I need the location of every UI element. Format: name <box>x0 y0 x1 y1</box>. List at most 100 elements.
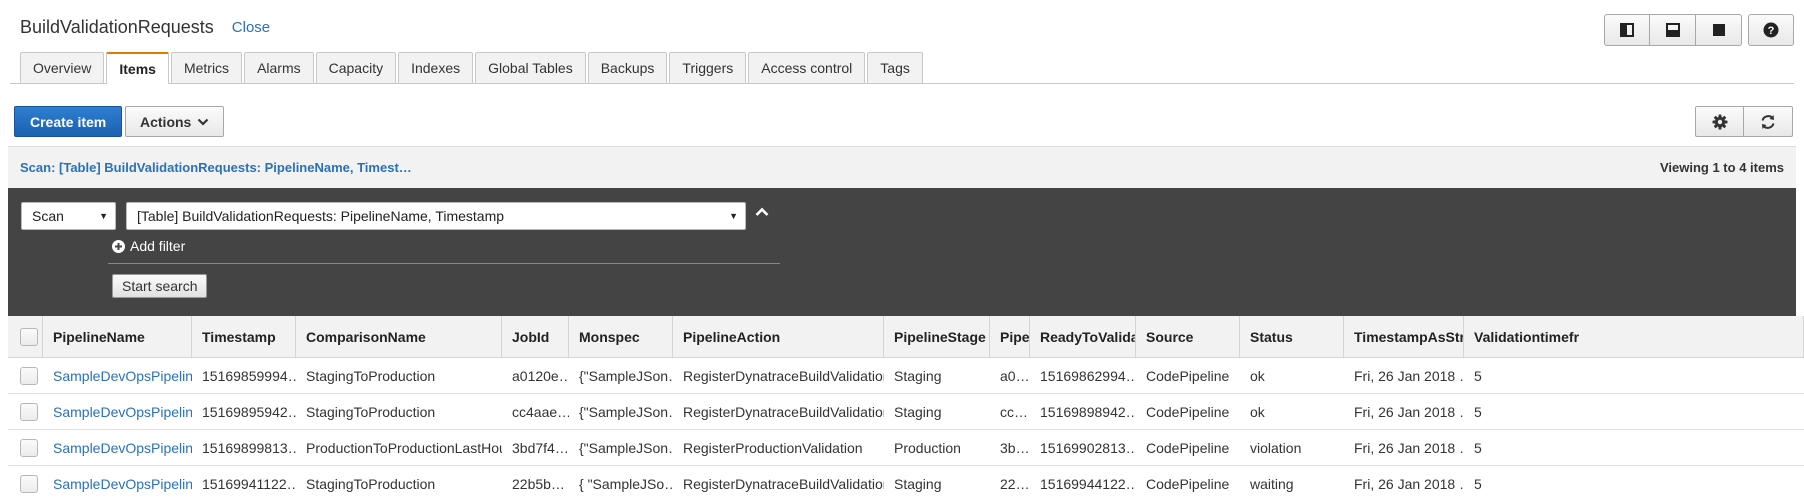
cell-monspec: {"SampleJSon… <box>579 439 673 456</box>
scan-summary-toggle[interactable]: Scan: [Table] BuildValidationRequests: P… <box>20 160 412 175</box>
cell-timestamp: 15169859994… <box>202 367 296 384</box>
cell-pipelineid: 3b… <box>1000 439 1030 456</box>
column-header-pipelinename[interactable]: PipelineName <box>43 316 192 357</box>
add-filter-link[interactable]: Add filter <box>112 238 185 254</box>
scan-summary-bar: Scan: [Table] BuildValidationRequests: P… <box>8 146 1796 188</box>
cell-pipelinestage: Staging <box>894 367 942 384</box>
cell-readytovalidate: 15169862994… <box>1040 367 1136 384</box>
actions-label: Actions <box>140 113 192 130</box>
tab-metrics[interactable]: Metrics <box>170 52 243 83</box>
tab-access-control[interactable]: Access control <box>748 52 866 83</box>
collapse-panel-button[interactable] <box>752 202 772 222</box>
cell-monspec: {"SampleJSon… <box>579 403 673 420</box>
column-header-timestamp[interactable]: Timestamp <box>192 316 296 357</box>
cell-jobid: 3bd7f4… <box>512 439 569 456</box>
cell-timestampasstring: Fri, 26 Jan 2018 … <box>1354 403 1464 420</box>
item-link[interactable]: SampleDevOpsPipeline <box>43 394 192 429</box>
cell-monspec: {"SampleJSon… <box>579 367 673 384</box>
tab-indexes[interactable]: Indexes <box>398 52 474 83</box>
cell-pipelineaction: RegisterDynatraceBuildValidation <box>683 403 884 420</box>
cell-status: waiting <box>1250 475 1294 492</box>
scan-filter-panel: Scan ▼ [Table] BuildValidationRequests: … <box>8 188 1796 316</box>
caret-down-icon: ▼ <box>99 211 108 221</box>
operation-select[interactable]: Scan ▼ <box>21 202 116 230</box>
operation-select-value: Scan <box>32 208 64 224</box>
column-header-comparisonname[interactable]: ComparisonName <box>296 316 502 357</box>
row-select-cell <box>8 466 43 500</box>
divider <box>108 263 780 264</box>
table-row[interactable]: SampleDevOpsPipeline 15169899813… Producti… <box>8 430 1804 466</box>
start-search-button[interactable]: Start search <box>112 274 208 298</box>
column-header-source[interactable]: Source <box>1136 316 1240 357</box>
cell-readytovalidate: 15169898942… <box>1040 403 1136 420</box>
row-select-checkbox[interactable] <box>20 438 38 457</box>
page-title: BuildValidationRequests <box>20 16 214 37</box>
cell-validationtimeframe: 5 <box>1474 439 1482 456</box>
cell-pipelineid: cc… <box>1000 403 1028 420</box>
refresh-icon <box>1761 114 1775 129</box>
column-header-monspec[interactable]: Monspec <box>569 316 673 357</box>
viewing-count: Viewing 1 to 4 items <box>1659 160 1784 175</box>
items-table: PipelineName Timestamp ComparisonName JobId… <box>8 316 1804 500</box>
row-select-checkbox[interactable] <box>20 366 38 385</box>
cell-status: ok <box>1250 403 1265 420</box>
cell-pipelinestage: Staging <box>894 475 942 492</box>
view-toggle-group <box>1604 14 1742 46</box>
row-select-cell <box>8 394 43 429</box>
item-link[interactable]: SampleDevOpsPipeline <box>43 430 192 465</box>
select-all-cell <box>8 316 43 357</box>
cell-jobid: a0120e… <box>512 367 569 384</box>
tab-capacity[interactable]: Capacity <box>315 52 397 83</box>
column-header-status[interactable]: Status <box>1240 316 1344 357</box>
full-view-button[interactable] <box>1696 14 1742 46</box>
column-header-pipelinestage[interactable]: PipelineStage <box>884 316 990 357</box>
row-select-cell <box>8 430 43 465</box>
cell-source: CodePipeline <box>1146 367 1230 384</box>
settings-button[interactable] <box>1695 106 1744 137</box>
layout-split-horizontal-icon <box>1665 23 1680 37</box>
cell-timestampasstring: Fri, 26 Jan 2018 … <box>1354 475 1464 492</box>
cell-jobid: cc4aae… <box>512 403 569 420</box>
column-header-jobid[interactable]: JobId <box>502 316 569 357</box>
table-row[interactable]: SampleDevOpsPipeline 15169859994… StagingT… <box>8 358 1804 394</box>
column-header-timestampasstring[interactable]: TimestampAsString <box>1344 316 1464 357</box>
table-row[interactable]: SampleDevOpsPipeline 15169895942… StagingT… <box>8 394 1804 430</box>
layout-full-icon <box>1712 24 1725 36</box>
select-all-checkbox[interactable] <box>20 327 38 346</box>
cell-timestamp: 15169899813… <box>202 439 296 456</box>
close-link[interactable]: Close <box>232 19 270 36</box>
tab-tags[interactable]: Tags <box>867 52 923 83</box>
add-filter-label: Add filter <box>130 238 186 254</box>
row-select-checkbox[interactable] <box>20 474 38 493</box>
table-row[interactable]: SampleDevOpsPipeline 15169941122… StagingT… <box>8 466 1804 500</box>
row-select-cell <box>8 358 43 393</box>
cell-readytovalidate: 15169944122… <box>1040 475 1136 492</box>
create-item-button[interactable]: Create item <box>14 106 123 137</box>
refresh-button[interactable] <box>1744 106 1793 137</box>
column-header-readytovalidate[interactable]: ReadyToValidateT <box>1030 316 1136 357</box>
actions-dropdown-button[interactable]: Actions <box>125 106 225 137</box>
cell-source: CodePipeline <box>1146 439 1230 456</box>
item-link[interactable]: SampleDevOpsPipeline <box>43 466 192 500</box>
tab-alarms[interactable]: Alarms <box>244 52 314 83</box>
cell-comparisonname: StagingToProduction <box>306 367 436 384</box>
tab-items[interactable]: Items <box>106 52 169 84</box>
tab-backups[interactable]: Backups <box>587 52 668 83</box>
column-header-pipelineid[interactable]: Pipeli <box>990 316 1030 357</box>
split-vertical-view-button[interactable] <box>1604 14 1650 46</box>
cell-pipelineid: 22… <box>1000 475 1030 492</box>
table-index-select[interactable]: [Table] BuildValidationRequests: Pipelin… <box>126 202 746 230</box>
row-select-checkbox[interactable] <box>20 402 38 421</box>
tab-triggers[interactable]: Triggers <box>669 52 747 83</box>
tab-overview[interactable]: Overview <box>20 52 105 83</box>
item-link[interactable]: SampleDevOpsPipeline <box>43 358 192 393</box>
cell-pipelinestage: Production <box>894 439 961 456</box>
items-grid: PipelineName Timestamp ComparisonName JobId… <box>8 316 1804 500</box>
help-button[interactable]: ? <box>1748 14 1794 46</box>
split-horizontal-view-button[interactable] <box>1650 14 1696 46</box>
column-header-validationtimeframe[interactable]: Validationtimefr <box>1464 316 1804 357</box>
column-header-pipelineaction[interactable]: PipelineAction <box>673 316 884 357</box>
cell-monspec: { "SampleJSo… <box>579 475 673 492</box>
cell-pipelinestage: Staging <box>894 403 942 420</box>
tab-global-tables[interactable]: Global Tables <box>475 52 586 83</box>
